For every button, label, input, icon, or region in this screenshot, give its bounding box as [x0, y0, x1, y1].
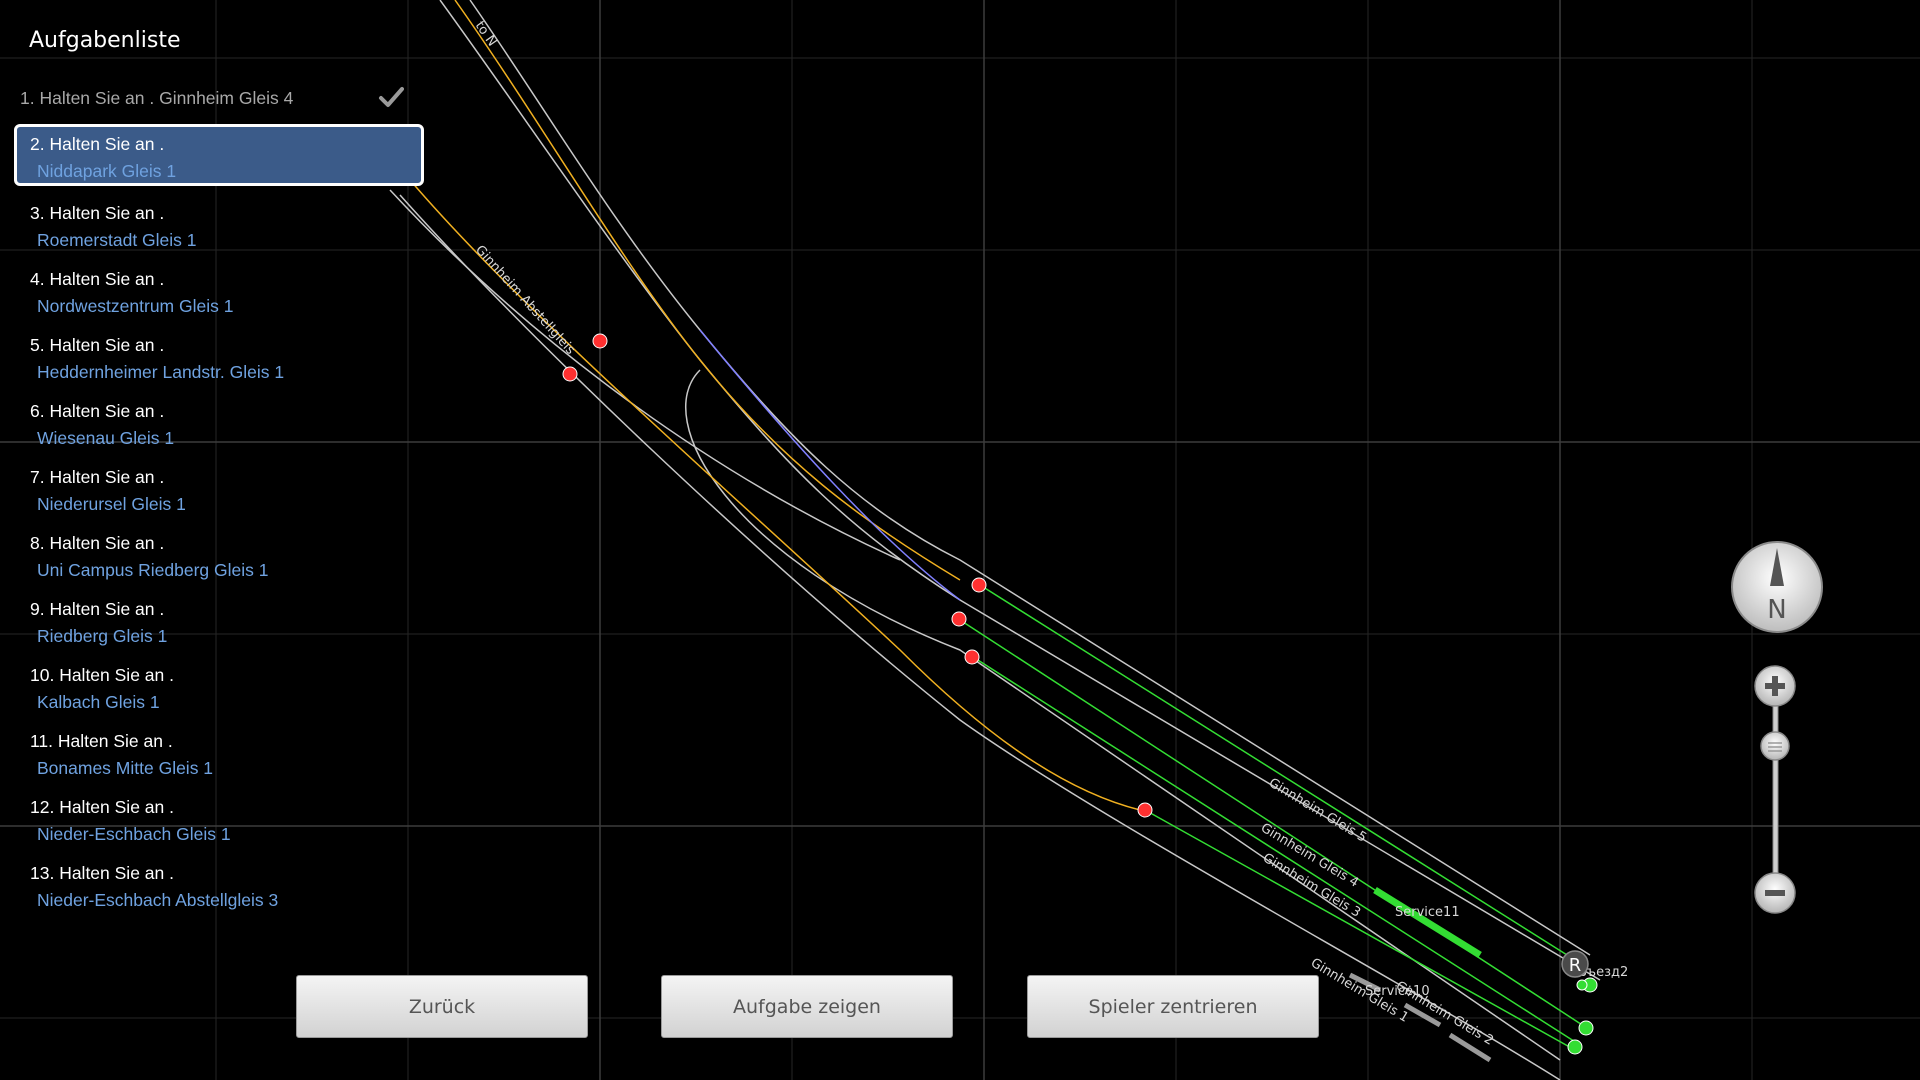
signals-green[interactable]	[1567, 977, 1598, 1055]
signal-red	[1137, 802, 1153, 818]
signal-red	[964, 649, 980, 665]
zoom-in-icon[interactable]	[1754, 665, 1796, 707]
track-gleis3	[684, 369, 1561, 1061]
track-gleis4	[469, 0, 1591, 956]
task-item[interactable]: 13. Halten Sie an . Nieder-Eschbach Abst…	[14, 853, 424, 915]
task-instruction: 5. Halten Sie an .	[30, 335, 165, 355]
zoom-out-icon[interactable]	[1754, 872, 1796, 914]
task-instruction: 13. Halten Sie an .	[30, 863, 174, 883]
train-label-service11: Service11	[1395, 905, 1460, 920]
task-instruction: 7. Halten Sie an .	[30, 467, 165, 487]
track-label-to-n: to N	[472, 19, 500, 50]
compass-north-label: N	[1767, 595, 1786, 625]
signals-red[interactable]	[562, 333, 1153, 818]
task-instruction: 8. Halten Sie an .	[30, 533, 165, 553]
task-item[interactable]: 8. Halten Sie an . Uni Campus Riedberg G…	[14, 523, 424, 585]
task-instruction: 9. Halten Sie an .	[30, 599, 165, 619]
center-player-button[interactable]: Spieler zentrieren	[1027, 975, 1319, 1038]
task-station: Uni Campus Riedberg Gleis 1	[37, 560, 269, 580]
task-instruction: 11. Halten Sie an .	[30, 731, 173, 751]
compass-icon[interactable]: N	[1730, 540, 1824, 634]
task-item-selected[interactable]: 2. Halten Sie an . Niddapark Gleis 1	[14, 124, 424, 186]
signal-green	[1576, 979, 1588, 991]
track-lower-yellow	[409, 179, 1141, 811]
task-item[interactable]: 7. Halten Sie an . Niederursel Gleis 1	[14, 457, 424, 519]
track-lower-white	[399, 194, 1561, 1080]
task-list-title: Aufgabenliste	[29, 28, 181, 53]
zoom-track	[1772, 691, 1779, 893]
task-item[interactable]: 9. Halten Sie an . Riedberg Gleis 1	[14, 589, 424, 651]
task-station: Nieder-Eschbach Gleis 1	[37, 824, 231, 844]
task-station: Niederursel Gleis 1	[37, 494, 186, 514]
task-station: Bonames Mitte Gleis 1	[37, 758, 214, 778]
back-button[interactable]: Zurück	[296, 975, 588, 1038]
signal-red	[562, 366, 578, 382]
track-n-main	[439, 0, 1601, 981]
task-station: Nordwestzentrum Gleis 1	[37, 296, 234, 316]
task-station: Niddapark Gleis 1	[37, 161, 177, 181]
task-panel: Aufgabenliste 1. Halten Sie an . Ginnhei…	[0, 0, 440, 920]
entry-marker-letter: R	[1569, 955, 1582, 976]
signal-red	[951, 611, 967, 627]
task-station: Nieder-Eschbach Abstellgleis 3	[37, 890, 279, 910]
entry-marker[interactable]: R	[1561, 950, 1589, 978]
signal-red	[592, 333, 608, 349]
task-station: Wiesenau Gleis 1	[37, 428, 175, 448]
task-item[interactable]: 4. Halten Sie an . Nordwestzentrum Gleis…	[14, 259, 424, 321]
signal-green	[1578, 1020, 1594, 1036]
task-station: Roemerstadt Gleis 1	[37, 230, 197, 250]
track-yellow-route	[454, 0, 961, 581]
task-item[interactable]: 3. Halten Sie an . Roemerstadt Gleis 1	[14, 193, 424, 255]
task-instruction: 12. Halten Sie an .	[30, 797, 174, 817]
signal-red	[971, 577, 987, 593]
task-station: Heddernheimer Landstr. Gleis 1	[37, 362, 285, 382]
zoom-slider-handle[interactable]	[1760, 731, 1790, 761]
zoom-control	[1750, 662, 1800, 922]
task-instruction: 2. Halten Sie an .	[30, 134, 165, 154]
task-item[interactable]: 5. Halten Sie an . Heddernheimer Landstr…	[14, 325, 424, 387]
show-task-button[interactable]: Aufgabe zeigen	[661, 975, 953, 1038]
track-abstell	[389, 189, 901, 561]
task-instruction: 10. Halten Sie an .	[30, 665, 174, 685]
task-item[interactable]: 11. Halten Sie an . Bonames Mitte Gleis …	[14, 721, 424, 783]
task-item[interactable]: 6. Halten Sie an . Wiesenau Gleis 1	[14, 391, 424, 453]
track-blue-route	[699, 329, 961, 601]
task-instruction: 3. Halten Sie an .	[30, 203, 165, 223]
train-label-service10: Service10	[1365, 984, 1430, 999]
completed-task: 1. Halten Sie an . Ginnheim Gleis 4	[20, 88, 294, 108]
signal-green	[1567, 1039, 1583, 1055]
track-label-abstellgleis: Ginnheim Abstellgleis	[472, 243, 578, 358]
task-instruction: 4. Halten Sie an .	[30, 269, 165, 289]
task-item[interactable]: 12. Halten Sie an . Nieder-Eschbach Glei…	[14, 787, 424, 849]
check-icon	[379, 87, 404, 107]
task-item[interactable]: 10. Halten Sie an . Kalbach Gleis 1	[14, 655, 424, 717]
task-station: Riedberg Gleis 1	[37, 626, 168, 646]
task-station: Kalbach Gleis 1	[37, 692, 160, 712]
task-instruction: 6. Halten Sie an .	[30, 401, 165, 421]
